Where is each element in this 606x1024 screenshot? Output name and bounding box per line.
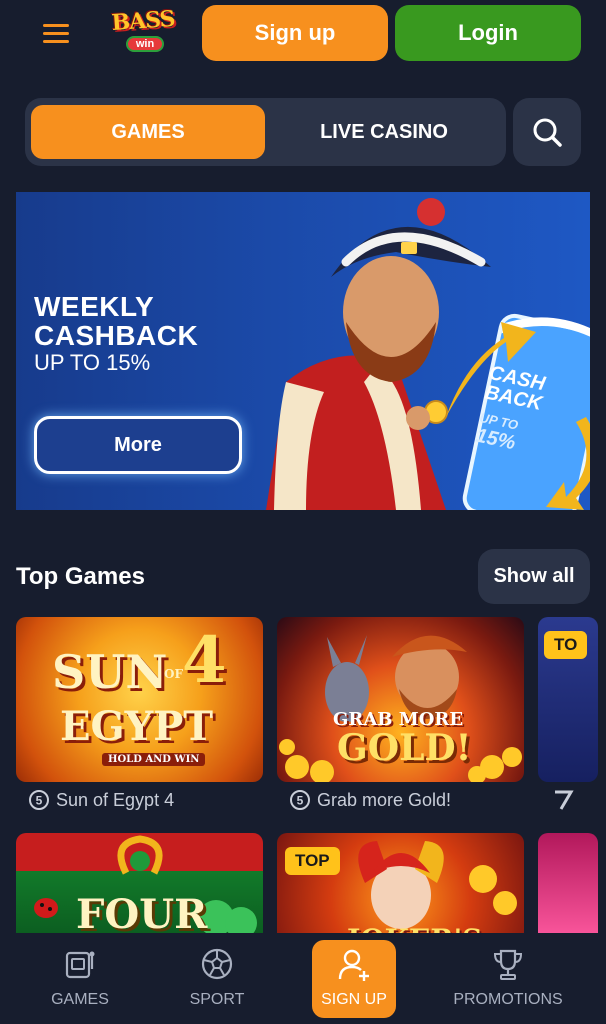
nav-label: SPORT [189, 991, 245, 1008]
tile-art-gold: GOLD! [337, 727, 472, 769]
game-tile-sun-of-egypt[interactable]: SUN OF 4 EGYPT HOLD AND WIN [16, 617, 263, 782]
soccer-ball-icon [201, 948, 233, 980]
nav-sign-up[interactable]: SIGN UP [312, 940, 396, 1018]
game-tile-partial[interactable]: TO [538, 617, 598, 782]
logo-sub-text: win [126, 36, 164, 52]
provider-7-icon [555, 790, 574, 810]
game-tile-partial-2[interactable] [538, 833, 598, 943]
game-tile-four-lucky[interactable]: FOUR [16, 833, 263, 943]
provider-icon: 5 [290, 790, 310, 810]
tile-art-egypt: EGYPT [60, 703, 214, 750]
nav-promotions[interactable]: PROMOTIONS [448, 933, 568, 1024]
search-icon [533, 118, 562, 147]
banner-title-line1: WEEKLY [34, 291, 155, 322]
tab-games[interactable]: GAMES [31, 105, 265, 159]
bottom-nav: GAMES SPORT SIGN UP PROMOTIONS [0, 933, 606, 1024]
game-tile-grab-more-gold[interactable]: GRAB MORE GOLD! [277, 617, 524, 782]
slot-machine-icon [65, 951, 95, 979]
logo[interactable]: BASS win [100, 6, 186, 58]
logo-text: BASS [110, 5, 176, 37]
nav-label: PROMOTIONS [453, 991, 563, 1008]
tile-art-tag: HOLD AND WIN [102, 753, 206, 766]
banner-title-line2: CASHBACK [34, 320, 199, 351]
game-tile-jokers[interactable]: TOP JOKER'S [277, 833, 524, 943]
banner-title: WEEKLY CASHBACK [34, 292, 198, 350]
hamburger-menu-icon[interactable] [40, 22, 72, 46]
trophy-icon [493, 949, 523, 980]
signup-button[interactable]: Sign up [202, 5, 388, 61]
section-title-top-games: Top Games [16, 563, 145, 590]
top-badge: TOP [285, 847, 340, 875]
tile-art-of: OF [164, 667, 183, 681]
nav-sport[interactable]: SPORT [177, 933, 257, 1024]
game-name: Sun of Egypt 4 [56, 789, 175, 810]
tile-art-sun: SUN [52, 645, 168, 699]
nav-label: GAMES [51, 991, 109, 1008]
banner-subtitle: UP TO 15% [34, 350, 151, 375]
promo-banner[interactable]: WEEKLY CASHBACK UP TO 15% More CASH BACK… [16, 192, 590, 510]
add-user-icon [338, 949, 369, 981]
game-label-partial[interactable] [552, 789, 574, 811]
nav-label: SIGN UP [321, 991, 387, 1008]
tab-live-casino[interactable]: LIVE CASINO [269, 105, 499, 159]
pirate-illustration [266, 198, 590, 510]
nav-games[interactable]: GAMES [40, 933, 120, 1024]
category-tabs: GAMES LIVE CASINO [25, 98, 506, 166]
game-name: Grab more Gold! [317, 789, 452, 810]
tile-art-number: 4 [182, 623, 227, 698]
game-label-grab-more-gold[interactable]: 5 Grab more Gold! [289, 789, 451, 811]
more-button[interactable]: More [34, 416, 242, 474]
header: BASS win Sign up Login [0, 0, 606, 70]
game-label-sun-of-egypt[interactable]: 5 Sun of Egypt 4 [28, 789, 174, 811]
svg-text:5: 5 [36, 794, 43, 808]
login-button[interactable]: Login [395, 5, 581, 61]
tile-art-four: FOUR [76, 891, 208, 938]
show-all-button[interactable]: Show all [478, 549, 590, 604]
provider-icon: 5 [29, 790, 49, 810]
svg-text:5: 5 [297, 794, 304, 808]
top-badge: TO [544, 631, 588, 659]
search-button[interactable] [513, 98, 581, 166]
